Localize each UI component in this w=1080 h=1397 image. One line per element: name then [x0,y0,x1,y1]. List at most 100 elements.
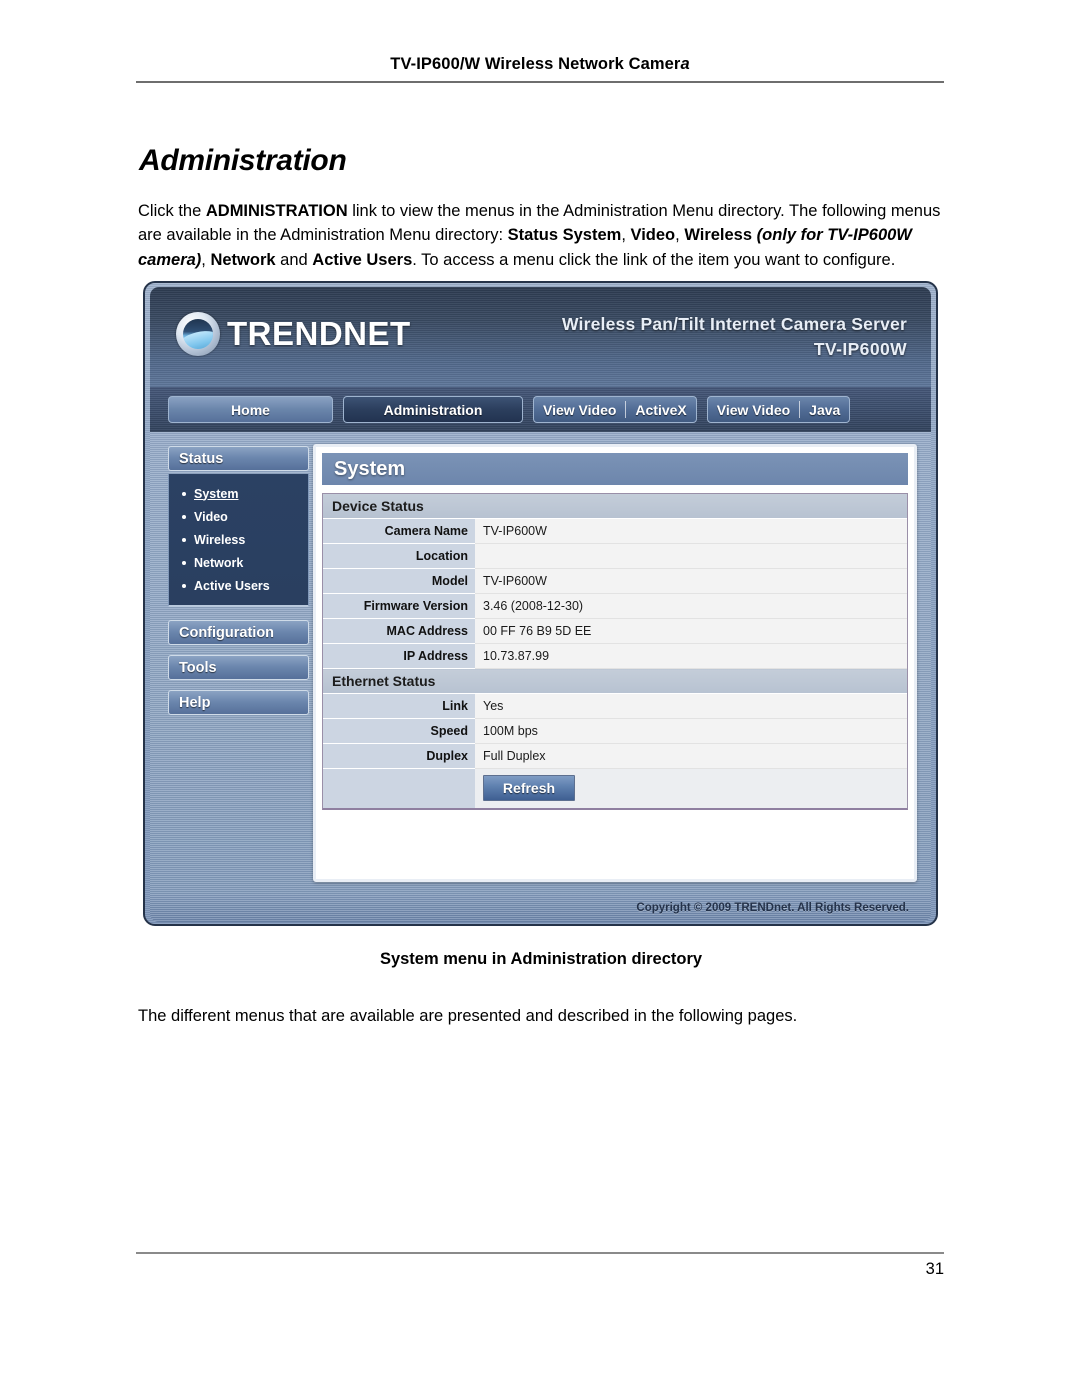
status-tables: Device Status Camera Name TV-IP600W Loca… [322,493,908,810]
bullet-icon [182,491,186,496]
row-value-location [475,543,907,569]
row-value-ip-address: 10.73.87.99 [475,643,907,669]
row-value-mac-address: 00 FF 76 B9 5D EE [475,618,907,644]
globe-icon [176,312,220,356]
sidebar-item-wireless-label: Wireless [194,532,246,547]
row-label-firmware-version: Firmware Version [323,593,475,619]
view-video-activex-label: View Video [543,401,617,418]
sidebar-item-tools[interactable]: Tools [168,655,309,680]
banner-title-line1: Wireless Pan/Tilt Internet Camera Server [561,314,907,334]
sidebar-item-status[interactable]: Status [168,446,309,471]
refresh-row: Refresh [323,768,907,808]
camera-ui-body: Status System Video Wireless Network Act… [150,432,931,894]
refresh-row-spacer [323,768,475,808]
sidebar-item-video[interactable]: Video [169,505,308,528]
row-label-location: Location [323,543,475,569]
sidebar-item-system[interactable]: System [169,482,308,505]
intro-network: Network [210,250,276,269]
table-row: MAC Address 00 FF 76 B9 5D EE [323,618,907,644]
device-status-heading: Device Status [323,494,907,519]
table-row: Location [323,543,907,569]
camera-ui-screenshot: TRENDNET Wireless Pan/Tilt Internet Came… [143,281,938,926]
camera-ui-footer: Copyright © 2009 TRENDnet. All Rights Re… [150,894,931,922]
intro-active-users: Active Users [312,250,413,269]
running-header-main: TV-IP600/W Wireless Network Camer [390,55,681,73]
sidebar-item-system-label: System [194,486,239,501]
sidebar-menu: Status System Video Wireless Network Act… [150,432,313,894]
java-label: Java [809,401,841,418]
content-panel: System Device Status Camera Name TV-IP60… [313,444,917,882]
sidebar-item-active-users-label: Active Users [194,578,270,593]
trendnet-logo: TRENDNET [176,312,411,356]
sidebar-item-help[interactable]: Help [168,690,309,715]
nav-button-view-video-activex[interactable]: View Video ActiveX [533,396,697,423]
running-header-text: TV-IP600/W Wireless Network Camera [136,55,944,81]
table-row: Model TV-IP600W [323,568,907,594]
bullet-icon [182,514,186,519]
sidebar-item-network-label: Network [194,555,244,570]
bullet-icon [182,560,186,565]
table-row: Speed 100M bps [323,718,907,744]
table-row: Link Yes [323,693,907,719]
sidebar-item-active-users[interactable]: Active Users [169,574,308,597]
sidebar-item-video-label: Video [194,509,228,524]
document-footer: 31 [136,1252,944,1279]
intro-sep-4: and [275,250,313,269]
nav-button-home[interactable]: Home [168,396,333,423]
nav-button-administration[interactable]: Administration [343,396,523,423]
brand-banner: TRENDNET Wireless Pan/Tilt Internet Came… [150,287,931,387]
row-value-camera-name: TV-IP600W [475,518,907,544]
row-label-speed: Speed [323,718,475,744]
refresh-row-cell: Refresh [475,768,907,808]
device-status-heading-row: Device Status [323,494,907,519]
page-title: Administration [139,144,347,178]
row-value-link: Yes [475,693,907,719]
banner-title-line2: TV-IP600W [813,339,907,359]
row-label-duplex: Duplex [323,743,475,769]
ethernet-status-heading-row: Ethernet Status [323,668,907,694]
closing-paragraph: The different menus that are available a… [138,1006,798,1025]
row-label-camera-name: Camera Name [323,518,475,544]
row-label-link: Link [323,693,475,719]
table-row: IP Address 10.73.87.99 [323,643,907,669]
sidebar-item-wireless[interactable]: Wireless [169,528,308,551]
activex-label: ActiveX [635,401,687,418]
row-label-ip-address: IP Address [323,643,475,669]
panel-title: System [322,453,908,485]
row-label-mac-address: MAC Address [323,618,475,644]
refresh-button[interactable]: Refresh [483,775,575,801]
intro-paragraph: Click the ADMINISTRATION link to view th… [138,199,944,273]
brand-wordmark: TRENDNET [227,315,411,352]
intro-wireless: Wireless [684,226,753,244]
running-header-italic-tail: a [680,55,690,73]
intro-text-3: . To access a menu click the link of the… [412,250,896,269]
row-value-duplex: Full Duplex [475,743,907,769]
bullet-icon [182,583,186,588]
intro-sep-2: , [675,226,685,244]
table-row: Duplex Full Duplex [323,743,907,769]
header-divider [136,81,944,83]
row-value-model: TV-IP600W [475,568,907,594]
view-video-java-label: View Video [716,401,791,418]
copyright-text: Copyright © 2009 TRENDnet. All Rights Re… [636,902,909,914]
intro-status-system: Status System [507,226,622,244]
device-status-table: Device Status Camera Name TV-IP600W Loca… [323,494,907,808]
banner-title: Wireless Pan/Tilt Internet Camera Server… [562,314,907,360]
main-navigation-bar: Home Administration View Video ActiveX V… [150,387,931,432]
page-number: 31 [925,1259,944,1278]
ethernet-status-heading: Ethernet Status [323,668,907,694]
row-value-speed: 100M bps [475,718,907,744]
bullet-icon [182,537,186,542]
document-running-header: TV-IP600/W Wireless Network Camera [136,55,944,83]
sidebar-item-configuration[interactable]: Configuration [168,620,309,645]
intro-video: Video [630,226,676,244]
sidebar-item-network[interactable]: Network [169,551,308,574]
figure-caption: System menu in Administration directory [379,950,703,968]
table-row: Firmware Version 3.46 (2008-12-30) [323,593,907,619]
row-value-firmware-version: 3.46 (2008-12-30) [475,593,907,619]
intro-admin-emphasis: ADMINISTRATION [205,201,348,220]
status-submenu: System Video Wireless Network Active Use… [168,474,309,607]
nav-button-view-video-java[interactable]: View Video Java [706,396,851,423]
table-row: Camera Name TV-IP600W [323,518,907,544]
intro-text-1: Click the [138,201,206,220]
